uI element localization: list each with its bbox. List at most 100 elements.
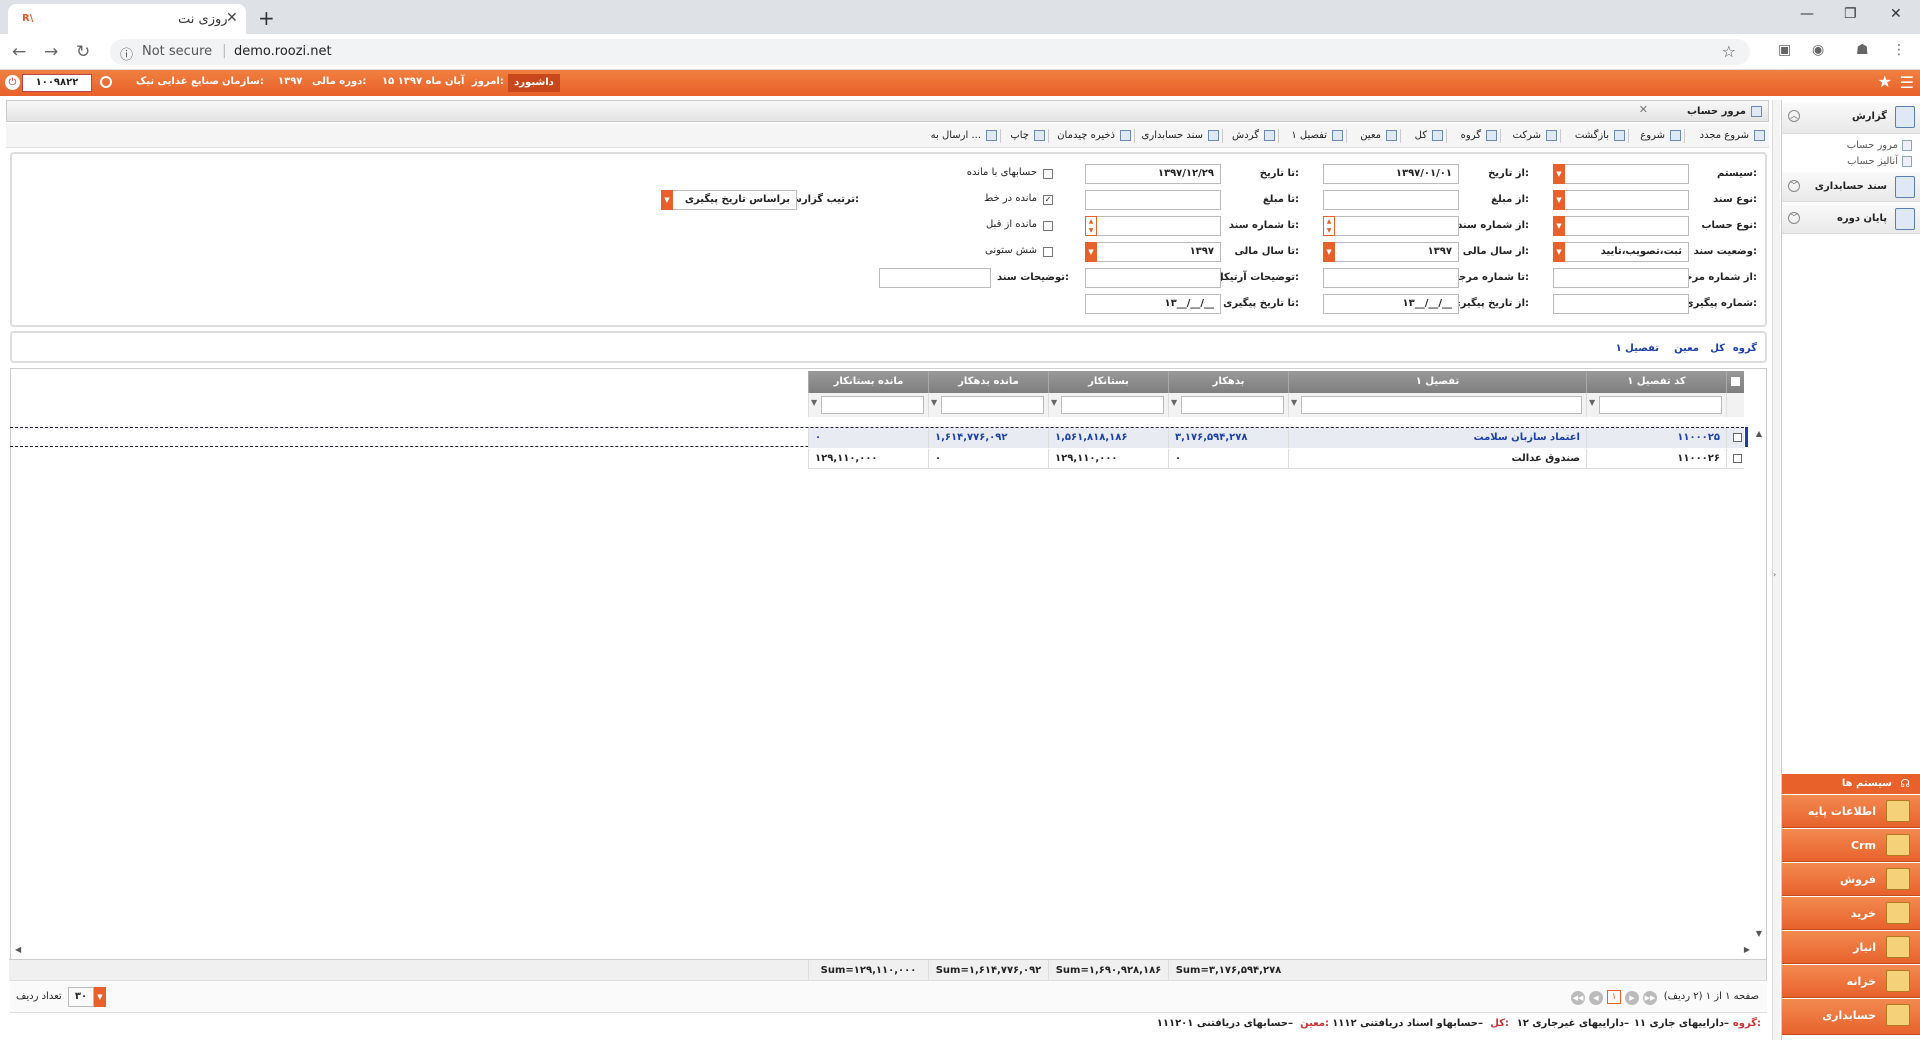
detail1-button[interactable]: تفصیل ۱ xyxy=(1291,130,1327,141)
scroll-up-icon[interactable]: ▲ xyxy=(1756,429,1762,438)
back-button[interactable]: بازگشت xyxy=(1575,130,1609,141)
prev-page-icon[interactable]: ◀ xyxy=(1589,991,1603,1005)
filter-input[interactable] xyxy=(1181,396,1284,414)
dropdown-arrow-icon[interactable]: ▼ xyxy=(1553,164,1565,184)
filter-icon[interactable]: ▼ xyxy=(1291,398,1297,407)
chevron-up-icon[interactable]: ︿ xyxy=(1788,110,1800,122)
doc-type-field[interactable] xyxy=(1553,190,1689,210)
dropdown-arrow-icon[interactable]: ▼ xyxy=(1553,242,1565,262)
hamburger-menu-icon[interactable]: ☰ xyxy=(1900,73,1914,92)
bookmark-star-icon[interactable]: ☆ xyxy=(1722,42,1736,61)
table-row[interactable]: ۱۱۰۰۰۲۵ اعتماد سازبان سلامت ۳,۱۷۶,۵۹۴,۲۷… xyxy=(10,427,1744,448)
last-page-icon[interactable]: ◀◀ xyxy=(1571,991,1585,1005)
restore-icon[interactable]: ❐ xyxy=(1844,6,1857,22)
chevron-down-icon[interactable]: ﹀ xyxy=(1788,212,1800,224)
scroll-down-icon[interactable]: ▼ xyxy=(1756,929,1762,938)
track-no-field[interactable] xyxy=(1553,294,1689,314)
breadcrumb-kol[interactable]: کل xyxy=(1710,343,1725,354)
system-treasury[interactable]: خزانه xyxy=(1782,965,1920,998)
acc-type-field[interactable] xyxy=(1553,216,1689,236)
balance-inline-checkbox[interactable]: ✓ xyxy=(1043,195,1053,205)
filter-icon[interactable]: ▼ xyxy=(1051,398,1057,407)
extension-icon[interactable]: ▣ xyxy=(1778,42,1791,58)
col-header-debit-balance[interactable]: مانده بدهکار xyxy=(928,371,1048,393)
collapse-arrow-icon[interactable]: › xyxy=(1773,570,1776,579)
sidebar-section-voucher[interactable]: ﹀ سند حسابداری xyxy=(1782,172,1920,202)
prev-balance-checkbox[interactable] xyxy=(1043,221,1053,231)
favorite-star-icon[interactable]: ★ xyxy=(1878,72,1892,91)
extension-icon[interactable]: ◉ xyxy=(1812,42,1824,58)
system-crm[interactable]: Crm xyxy=(1782,829,1920,862)
col-header-code[interactable]: کد تفصیل ۱ xyxy=(1586,371,1726,393)
breadcrumb-moin[interactable]: معین xyxy=(1674,343,1699,354)
system-field[interactable] xyxy=(1553,164,1689,184)
to-track-date-field[interactable]: ۱۳__/__/__ xyxy=(1085,294,1221,314)
from-docno-field[interactable] xyxy=(1323,216,1459,236)
system-purchase[interactable]: خرید xyxy=(1782,897,1920,930)
dropdown-arrow-icon[interactable]: ▼ xyxy=(1553,216,1565,236)
turnover-button[interactable]: گردش xyxy=(1232,130,1259,141)
chevron-down-icon[interactable]: ﹀ xyxy=(1788,180,1800,192)
profile-icon[interactable]: ☗ xyxy=(1856,42,1869,58)
current-page[interactable]: ۱ xyxy=(1607,990,1621,1004)
dropdown-arrow-icon[interactable]: ▼ xyxy=(1085,242,1097,262)
scroll-left-icon[interactable]: ◀ xyxy=(15,945,21,954)
url-field[interactable]: ⓘ Not secure | demo.roozi.net ☆ xyxy=(110,39,1750,65)
sidebar-section-report[interactable]: ︿ گزارش xyxy=(1782,102,1920,134)
dropdown-arrow-icon[interactable]: ▼ xyxy=(94,987,106,1007)
ref-from-field[interactable] xyxy=(1553,268,1689,288)
filter-input[interactable] xyxy=(821,396,924,414)
dropdown-arrow-icon[interactable]: ▼ xyxy=(1323,242,1335,262)
voucher-button[interactable]: سند حسابداری xyxy=(1142,130,1203,141)
col-header-credit[interactable]: بستانکار xyxy=(1048,371,1168,393)
sidebar-section-period-end[interactable]: ﹀ پایان دوره xyxy=(1782,204,1920,234)
sidebar-item-account-analysis[interactable]: آنالیز حساب xyxy=(1847,156,1898,167)
filter-input[interactable] xyxy=(1599,396,1722,414)
restart-button[interactable]: شروع مجدد xyxy=(1700,130,1749,141)
next-page-icon[interactable]: ▶ xyxy=(1625,991,1639,1005)
reload-icon[interactable]: ↻ xyxy=(76,42,90,62)
kol-button[interactable]: کل xyxy=(1415,130,1427,141)
system-warehouse[interactable]: انبار xyxy=(1782,931,1920,964)
group-button[interactable]: گروه xyxy=(1461,130,1481,141)
select-all-checkbox[interactable] xyxy=(1726,371,1744,393)
dropdown-arrow-icon[interactable]: ▼ xyxy=(1553,190,1565,210)
close-tab-icon[interactable]: ✕ xyxy=(226,10,238,26)
power-icon[interactable]: ⏻ xyxy=(5,75,20,90)
row-checkbox[interactable] xyxy=(1726,428,1744,448)
filter-icon[interactable]: ▼ xyxy=(811,398,817,407)
back-icon[interactable]: ← xyxy=(12,42,26,62)
window-close-icon[interactable]: ✕ xyxy=(1890,6,1902,22)
from-amount-field[interactable] xyxy=(1323,190,1459,210)
sidebar-collapser[interactable]: › xyxy=(1772,100,1780,1040)
scroll-right-icon[interactable]: ▶ xyxy=(1744,945,1750,954)
save-layout-button[interactable]: ذخیره چیدمان xyxy=(1057,130,1115,141)
start-button[interactable]: شروع xyxy=(1640,130,1665,141)
doc-status-field[interactable]: ثبت،تصویب،تایید xyxy=(1553,242,1689,262)
company-button[interactable]: شرکت xyxy=(1513,130,1541,141)
system-accounting[interactable]: حسابداری xyxy=(1782,999,1920,1035)
send-to-button[interactable]: ارسال به ... xyxy=(931,130,981,141)
to-date-field[interactable]: ۱۳۹۷/۱۲/۲۹ xyxy=(1085,164,1221,184)
dashboard-button[interactable]: داشبورد xyxy=(508,74,560,92)
filter-icon[interactable]: ▼ xyxy=(931,398,937,407)
col-header-credit-balance[interactable]: مانده بستانکار xyxy=(808,371,928,393)
new-tab-icon[interactable]: + xyxy=(258,6,275,30)
article-desc-field[interactable] xyxy=(1085,268,1221,288)
from-date-field[interactable]: ۱۳۹۷/۰۱/۰۱ xyxy=(1323,164,1459,184)
six-column-checkbox[interactable] xyxy=(1043,247,1053,257)
row-checkbox[interactable] xyxy=(1726,449,1744,469)
minimize-icon[interactable]: — xyxy=(1800,6,1814,22)
filter-input[interactable] xyxy=(941,396,1044,414)
kebab-menu-icon[interactable]: ⋮ xyxy=(1892,42,1906,58)
to-docno-field[interactable] xyxy=(1085,216,1221,236)
first-page-icon[interactable]: ▶▶ xyxy=(1643,991,1657,1005)
order-select[interactable]: براساس تاریخ پیگیری xyxy=(661,190,797,210)
doc-desc-field[interactable] xyxy=(879,268,991,288)
print-button[interactable]: چاپ xyxy=(1010,130,1029,141)
dropdown-arrow-icon[interactable]: ▼ xyxy=(661,190,673,210)
info-icon[interactable]: ⓘ xyxy=(120,44,133,63)
ref-to-field[interactable] xyxy=(1323,268,1459,288)
forward-icon[interactable]: → xyxy=(44,42,58,62)
breadcrumb-group[interactable]: گروه xyxy=(1733,343,1757,354)
